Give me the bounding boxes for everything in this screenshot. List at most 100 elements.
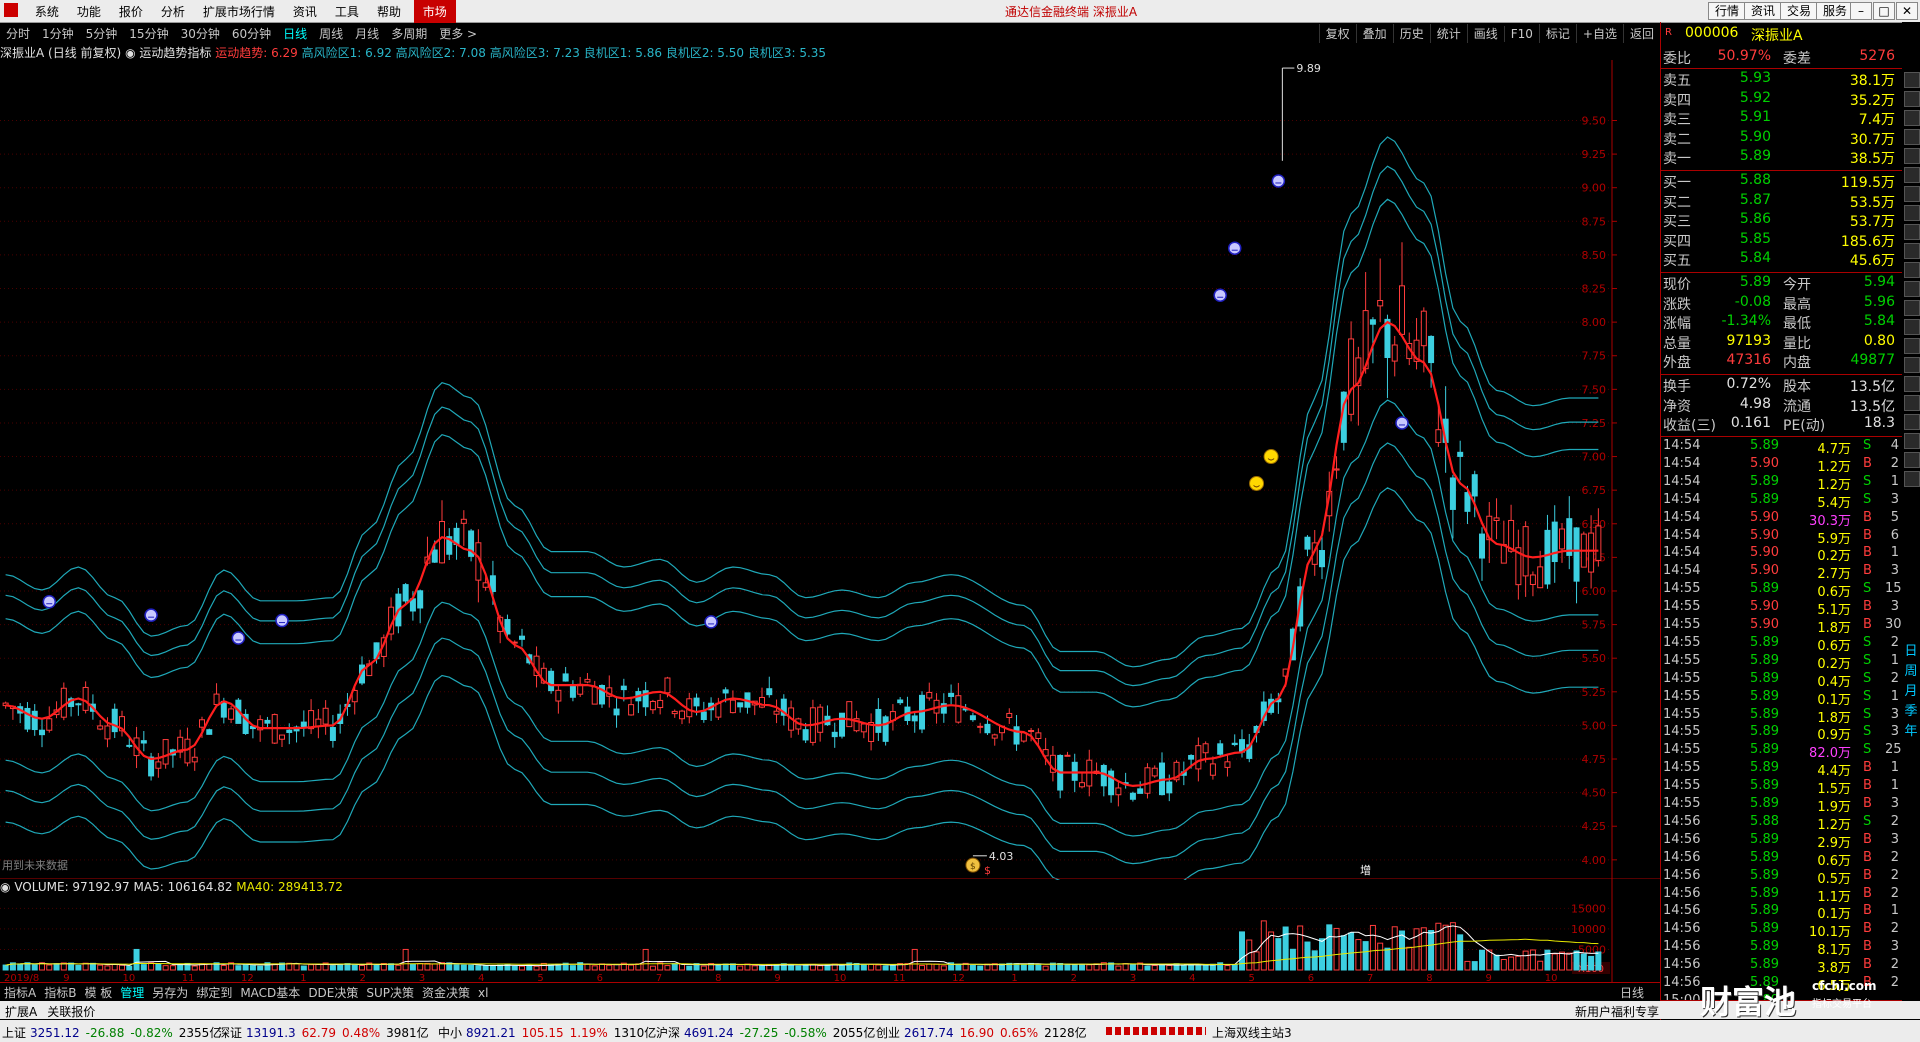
menu-item-2[interactable]: 报价 — [110, 0, 152, 23]
server-name[interactable]: 上海双线主站3 — [1212, 1024, 1292, 1041]
index-quote-3[interactable]: 沪深 4691.24 -27.25 -0.58% 2055亿 — [656, 1024, 875, 1041]
side-period-1[interactable]: 周 — [1902, 660, 1920, 679]
side-tool-icon[interactable] — [1904, 338, 1920, 354]
index-quote-4[interactable]: 创业 2617.74 16.90 0.65% 2128亿 — [876, 1024, 1087, 1041]
side-tool-icon[interactable] — [1904, 186, 1920, 202]
sell-signal-icon[interactable] — [42, 594, 57, 609]
event-tag[interactable]: $ — [984, 864, 991, 877]
period-tab-4[interactable]: 30分钟 — [175, 24, 226, 43]
maximize-button[interactable]: □ — [1873, 2, 1895, 20]
minimize-button[interactable]: – — [1850, 2, 1872, 20]
side-period-4[interactable]: 年 — [1902, 720, 1920, 739]
side-period-3[interactable]: 季 — [1902, 700, 1920, 719]
indicator-tab-6[interactable]: MACD基本 — [236, 983, 304, 1002]
new-user-promo[interactable]: 新用户福利专享 — [1575, 1003, 1659, 1020]
menu-market[interactable]: 市场 — [413, 0, 456, 23]
top-button-3[interactable]: 服务 — [1816, 2, 1855, 20]
side-tool-icon[interactable] — [1904, 72, 1920, 88]
side-tool-icon[interactable] — [1904, 395, 1920, 411]
side-tool-icon[interactable] — [1904, 300, 1920, 316]
indicator-tab-10[interactable]: xl — [474, 985, 492, 1001]
period-tab-5[interactable]: 60分钟 — [226, 24, 277, 43]
side-period-2[interactable]: 月 — [1902, 680, 1920, 699]
day-label[interactable]: 日线 — [1620, 984, 1644, 1001]
period-tab-1[interactable]: 1分钟 — [36, 24, 80, 43]
indicator-tab-0[interactable]: 指标A — [0, 983, 40, 1002]
menu-item-7[interactable]: 帮助 — [368, 0, 410, 23]
sell-signal-icon[interactable] — [1395, 416, 1409, 430]
toolbar-button-0[interactable]: 复权 — [1318, 24, 1356, 43]
indicator-tab-4[interactable]: 另存为 — [148, 983, 192, 1002]
period-tab-0[interactable]: 分时 — [0, 24, 36, 43]
toolbar-button-2[interactable]: 历史 — [1392, 24, 1430, 43]
sell-signal-icon[interactable] — [1213, 288, 1227, 302]
indicator-dot-icon[interactable]: ◉ — [125, 46, 135, 60]
indicator-tab-3[interactable]: 管理 — [116, 983, 148, 1002]
indicator-tab-9[interactable]: 资金决策 — [418, 983, 474, 1002]
close-button[interactable]: ✕ — [1896, 2, 1918, 20]
indicator-tab-5[interactable]: 绑定到 — [192, 983, 236, 1002]
period-tab-9[interactable]: 多周期 — [385, 24, 433, 43]
indicator-tab-8[interactable]: SUP决策 — [362, 983, 418, 1002]
kline-chart[interactable]: 9.50 9.25 9.00 8.75 8.50 8.25 8.00 7.75 7.50 7.25… — [0, 60, 1660, 880]
sell-signal-icon[interactable] — [1227, 241, 1242, 255]
ext-tab-1[interactable]: 关联报价 — [42, 1001, 100, 1022]
toolbar-button-1[interactable]: 叠加 — [1355, 24, 1393, 43]
side-tool-icon[interactable] — [1904, 414, 1920, 430]
indicator-tab-7[interactable]: DDE决策 — [304, 983, 362, 1002]
side-tool-icon[interactable] — [1904, 281, 1920, 297]
period-tab-10[interactable]: 更多 > — [433, 24, 483, 43]
side-tool-icon[interactable] — [1904, 110, 1920, 126]
toolbar-button-3[interactable]: 统计 — [1429, 24, 1467, 43]
side-tool-icon[interactable] — [1904, 148, 1920, 164]
period-tab-6[interactable]: 日线 — [277, 24, 313, 43]
side-tool-icon[interactable] — [1904, 167, 1920, 183]
side-tool-icon[interactable] — [1904, 262, 1920, 278]
side-tool-icon[interactable] — [1904, 243, 1920, 259]
side-tool-icon[interactable] — [1904, 91, 1920, 107]
side-tool-icon[interactable] — [1904, 205, 1920, 221]
sell-signal-icon[interactable] — [231, 631, 246, 645]
side-tool-icon[interactable] — [1904, 357, 1920, 373]
menu-item-4[interactable]: 扩展市场行情 — [194, 0, 284, 23]
top-button-1[interactable]: 资讯 — [1744, 2, 1783, 20]
side-period-0[interactable]: 日 — [1902, 640, 1920, 659]
buy-signal-icon[interactable] — [1263, 449, 1279, 465]
indicator-tab-1[interactable]: 指标B — [40, 983, 80, 1002]
side-tool-icon[interactable] — [1904, 452, 1920, 468]
index-quote-1[interactable]: 深证 13191.3 62.79 0.48% 3981亿 — [218, 1024, 429, 1041]
period-tab-7[interactable]: 周线 — [313, 24, 349, 43]
index-quote-2[interactable]: 中小 8921.21 105.15 1.19% 1310亿 — [438, 1024, 656, 1041]
side-tool-icon[interactable] — [1904, 376, 1920, 392]
event-tag[interactable]: 增 — [1360, 863, 1371, 877]
sell-signal-icon[interactable] — [144, 608, 158, 622]
toolbar-button-7[interactable]: +自选 — [1575, 24, 1623, 43]
indicator-name[interactable]: 运动趋势指标 — [139, 46, 211, 60]
menu-item-1[interactable]: 功能 — [68, 0, 110, 23]
volume-chart[interactable]: 15000100005000X1002019/89101112123456789… — [0, 878, 1660, 982]
sell-signal-icon[interactable] — [704, 615, 718, 629]
side-tool-icon[interactable] — [1904, 224, 1920, 240]
ext-tab-0[interactable]: 扩展A — [0, 1001, 42, 1022]
menu-item-0[interactable]: 系统 — [26, 0, 68, 23]
money-bag-icon[interactable]: $ — [965, 857, 981, 873]
toolbar-button-6[interactable]: 标记 — [1538, 24, 1576, 43]
index-quote-0[interactable]: 上证 3251.12 -26.88 -0.82% 2355亿 — [2, 1024, 221, 1041]
period-tab-3[interactable]: 15分钟 — [123, 24, 174, 43]
buy-signal-icon[interactable] — [1249, 475, 1265, 491]
menu-item-5[interactable]: 资讯 — [284, 0, 326, 23]
side-tool-icon[interactable] — [1904, 433, 1920, 449]
side-tool-icon[interactable] — [1904, 319, 1920, 335]
menu-item-6[interactable]: 工具 — [326, 0, 368, 23]
toolbar-button-8[interactable]: 返回 — [1622, 24, 1660, 43]
sell-signal-icon[interactable] — [1271, 174, 1286, 188]
toolbar-button-4[interactable]: 画线 — [1466, 24, 1504, 43]
period-tab-2[interactable]: 5分钟 — [80, 24, 124, 43]
menu-item-3[interactable]: 分析 — [152, 0, 194, 23]
side-tool-icon[interactable] — [1904, 471, 1920, 487]
indicator-tab-2[interactable]: 模 板 — [80, 983, 116, 1002]
top-button-2[interactable]: 交易 — [1780, 2, 1819, 20]
period-tab-8[interactable]: 月线 — [349, 24, 385, 43]
top-button-0[interactable]: 行情 — [1708, 2, 1747, 20]
side-tool-icon[interactable] — [1904, 129, 1920, 145]
